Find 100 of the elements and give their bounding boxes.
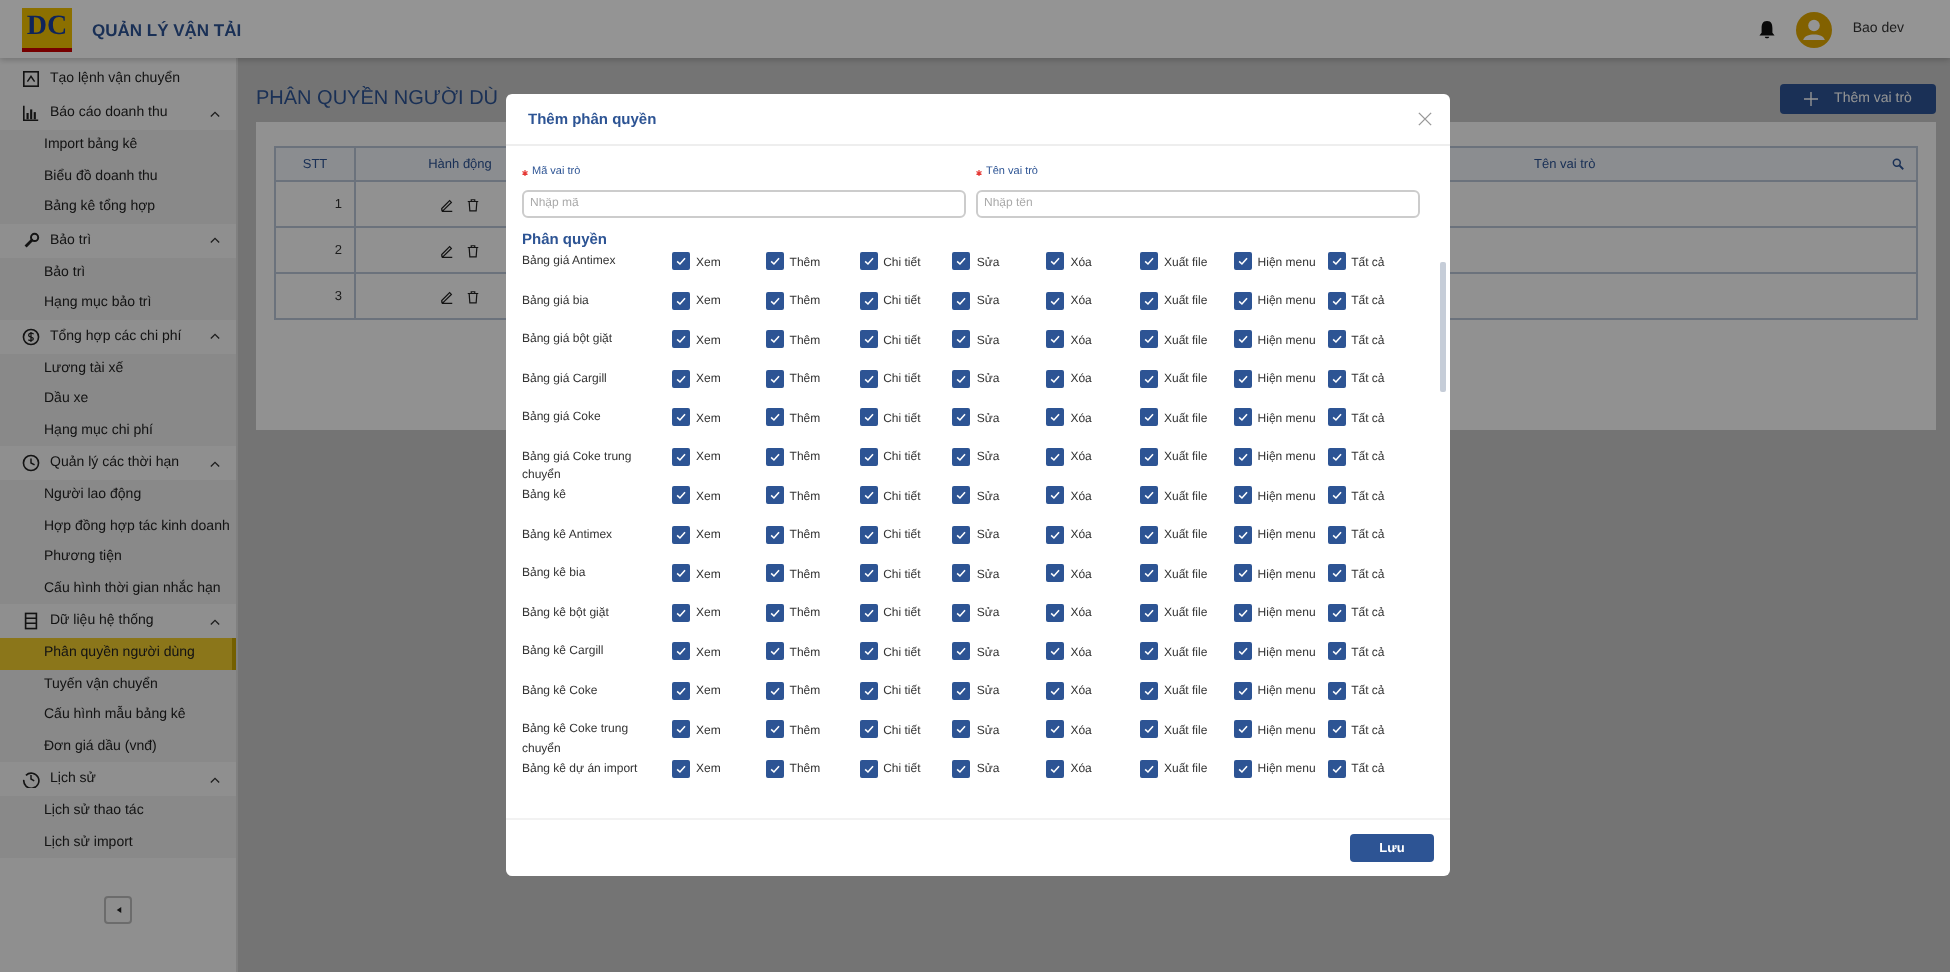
checkbox[interactable]: [1046, 486, 1065, 504]
checkbox[interactable]: [1139, 564, 1158, 582]
checkbox[interactable]: [672, 291, 690, 309]
checkbox[interactable]: [952, 525, 971, 543]
trash-icon[interactable]: [466, 197, 480, 211]
checkbox[interactable]: [1046, 291, 1065, 309]
checkbox[interactable]: [1139, 759, 1158, 777]
checkbox[interactable]: [859, 642, 878, 660]
checkbox[interactable]: [1327, 447, 1346, 465]
checkbox[interactable]: [1327, 720, 1346, 738]
edit-icon[interactable]: [440, 243, 454, 257]
checkbox[interactable]: [952, 330, 971, 348]
bell-icon[interactable]: [1758, 19, 1777, 39]
checkbox[interactable]: [859, 369, 878, 387]
checkbox[interactable]: [952, 681, 971, 699]
edit-icon[interactable]: [440, 197, 454, 211]
checkbox[interactable]: [952, 720, 971, 738]
checkbox[interactable]: [672, 408, 690, 426]
checkbox[interactable]: [672, 564, 690, 582]
checkbox[interactable]: [952, 447, 971, 465]
checkbox[interactable]: [672, 369, 690, 387]
checkbox[interactable]: [1046, 642, 1065, 660]
checkbox[interactable]: [1046, 252, 1065, 270]
checkbox[interactable]: [1327, 486, 1346, 504]
checkbox[interactable]: [672, 681, 690, 699]
checkbox[interactable]: [765, 642, 784, 660]
checkbox[interactable]: [1139, 603, 1158, 621]
checkbox[interactable]: [952, 564, 971, 582]
checkbox[interactable]: [1233, 642, 1252, 660]
checkbox[interactable]: [1327, 525, 1346, 543]
checkbox[interactable]: [1046, 564, 1065, 582]
checkbox[interactable]: [765, 564, 784, 582]
checkbox[interactable]: [672, 759, 690, 777]
checkbox[interactable]: [1233, 681, 1252, 699]
checkbox[interactable]: [1139, 252, 1158, 270]
checkbox[interactable]: [672, 642, 690, 660]
checkbox[interactable]: [1327, 330, 1346, 348]
checkbox[interactable]: [1233, 291, 1252, 309]
checkbox[interactable]: [859, 603, 878, 621]
scrollbar[interactable]: [1440, 262, 1446, 392]
checkbox[interactable]: [859, 291, 878, 309]
checkbox[interactable]: [859, 330, 878, 348]
checkbox[interactable]: [859, 447, 878, 465]
checkbox[interactable]: [859, 759, 878, 777]
checkbox[interactable]: [1233, 525, 1252, 543]
checkbox[interactable]: [672, 330, 690, 348]
checkbox[interactable]: [859, 486, 878, 504]
checkbox[interactable]: [1046, 330, 1065, 348]
checkbox[interactable]: [1233, 564, 1252, 582]
checkbox[interactable]: [672, 447, 690, 465]
checkbox[interactable]: [1046, 681, 1065, 699]
checkbox[interactable]: [765, 291, 784, 309]
checkbox[interactable]: [952, 369, 971, 387]
checkbox[interactable]: [952, 408, 971, 426]
checkbox[interactable]: [859, 720, 878, 738]
checkbox[interactable]: [1139, 330, 1158, 348]
checkbox[interactable]: [765, 603, 784, 621]
checkbox[interactable]: [765, 408, 784, 426]
checkbox[interactable]: [1327, 408, 1346, 426]
checkbox[interactable]: [672, 603, 690, 621]
checkbox[interactable]: [952, 642, 971, 660]
checkbox[interactable]: [672, 525, 690, 543]
checkbox[interactable]: [1139, 642, 1158, 660]
checkbox[interactable]: [1233, 369, 1252, 387]
checkbox[interactable]: [672, 720, 690, 738]
checkbox[interactable]: [952, 759, 971, 777]
checkbox[interactable]: [1327, 369, 1346, 387]
checkbox[interactable]: [1046, 525, 1065, 543]
checkbox[interactable]: [859, 252, 878, 270]
checkbox[interactable]: [1327, 681, 1346, 699]
checkbox[interactable]: [1327, 759, 1346, 777]
checkbox[interactable]: [672, 486, 690, 504]
checkbox[interactable]: [1139, 720, 1158, 738]
checkbox[interactable]: [672, 252, 690, 270]
checkbox[interactable]: [1327, 564, 1346, 582]
checkbox[interactable]: [1233, 252, 1252, 270]
trash-icon[interactable]: [466, 289, 480, 303]
close-icon[interactable]: [1418, 112, 1432, 126]
checkbox[interactable]: [1233, 720, 1252, 738]
checkbox[interactable]: [1139, 681, 1158, 699]
checkbox[interactable]: [765, 447, 784, 465]
checkbox[interactable]: [859, 681, 878, 699]
checkbox[interactable]: [1327, 252, 1346, 270]
checkbox[interactable]: [765, 759, 784, 777]
checkbox[interactable]: [1327, 603, 1346, 621]
checkbox[interactable]: [1046, 603, 1065, 621]
checkbox[interactable]: [1046, 759, 1065, 777]
checkbox[interactable]: [765, 525, 784, 543]
checkbox[interactable]: [765, 330, 784, 348]
checkbox[interactable]: [1233, 486, 1252, 504]
checkbox[interactable]: [765, 369, 784, 387]
checkbox[interactable]: [1139, 525, 1158, 543]
checkbox[interactable]: [1233, 330, 1252, 348]
checkbox[interactable]: [859, 564, 878, 582]
checkbox[interactable]: [1046, 369, 1065, 387]
checkbox[interactable]: [859, 525, 878, 543]
search-icon[interactable]: [1892, 158, 1904, 170]
trash-icon[interactable]: [466, 243, 480, 257]
checkbox[interactable]: [1233, 408, 1252, 426]
checkbox[interactable]: [1233, 759, 1252, 777]
